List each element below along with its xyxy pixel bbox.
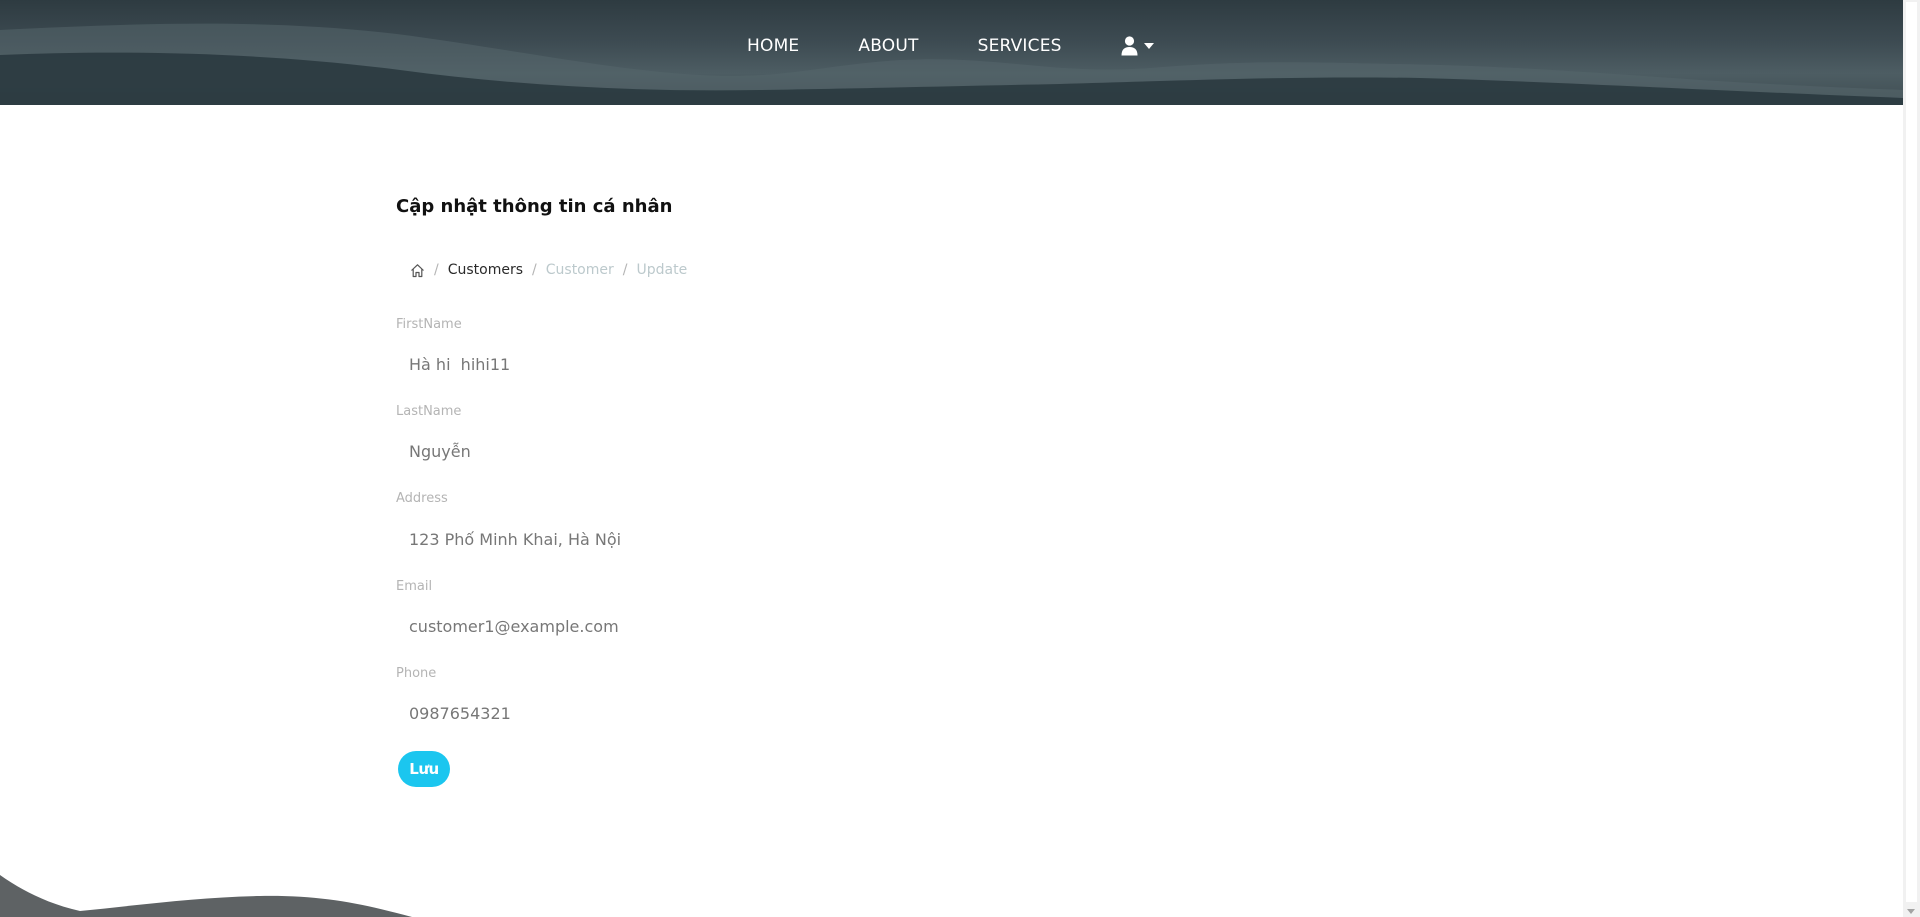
breadcrumb-separator: /: [434, 262, 439, 278]
user-menu-toggle[interactable]: [1121, 36, 1154, 56]
email-input[interactable]: [396, 610, 1029, 642]
home-icon: [411, 263, 424, 277]
save-button[interactable]: Lưu: [398, 751, 450, 787]
breadcrumb-update: Update: [636, 262, 688, 278]
breadcrumb: / Customers / Customer / Update: [410, 262, 687, 278]
address-label: Address: [396, 491, 448, 506]
nav-services-link[interactable]: SERVICES: [978, 36, 1062, 56]
scroll-down-arrow-icon[interactable]: [1907, 909, 1915, 914]
footer-wave-decoration: [0, 875, 412, 917]
firstname-label: FirstName: [396, 317, 462, 332]
caret-down-icon: [1143, 43, 1154, 49]
breadcrumb-separator: /: [532, 262, 537, 278]
scrollbar-thumb[interactable]: [1906, 2, 1917, 902]
breadcrumb-home-link[interactable]: [410, 263, 425, 278]
breadcrumb-customer: Customer: [545, 262, 614, 278]
breadcrumb-separator: /: [622, 262, 628, 278]
breadcrumb-customers[interactable]: Customers: [448, 262, 523, 278]
nav-about-link[interactable]: ABOUT: [858, 36, 918, 56]
user-icon: [1121, 36, 1138, 56]
email-label: Email: [396, 579, 433, 594]
lastname-input[interactable]: [396, 435, 1029, 467]
phone-label: Phone: [396, 666, 437, 681]
phone-input[interactable]: [396, 697, 1029, 729]
header-banner: HOME ABOUT SERVICES: [0, 0, 1903, 105]
lastname-label: LastName: [396, 404, 462, 419]
nav-home-link[interactable]: HOME: [747, 36, 799, 56]
main-nav: HOME ABOUT SERVICES: [747, 36, 1154, 56]
firstname-input[interactable]: [396, 348, 1029, 380]
address-input[interactable]: [396, 523, 1029, 555]
page-scrollbar[interactable]: [1903, 0, 1920, 917]
page-title: Cập nhật thông tin cá nhân: [396, 196, 673, 217]
